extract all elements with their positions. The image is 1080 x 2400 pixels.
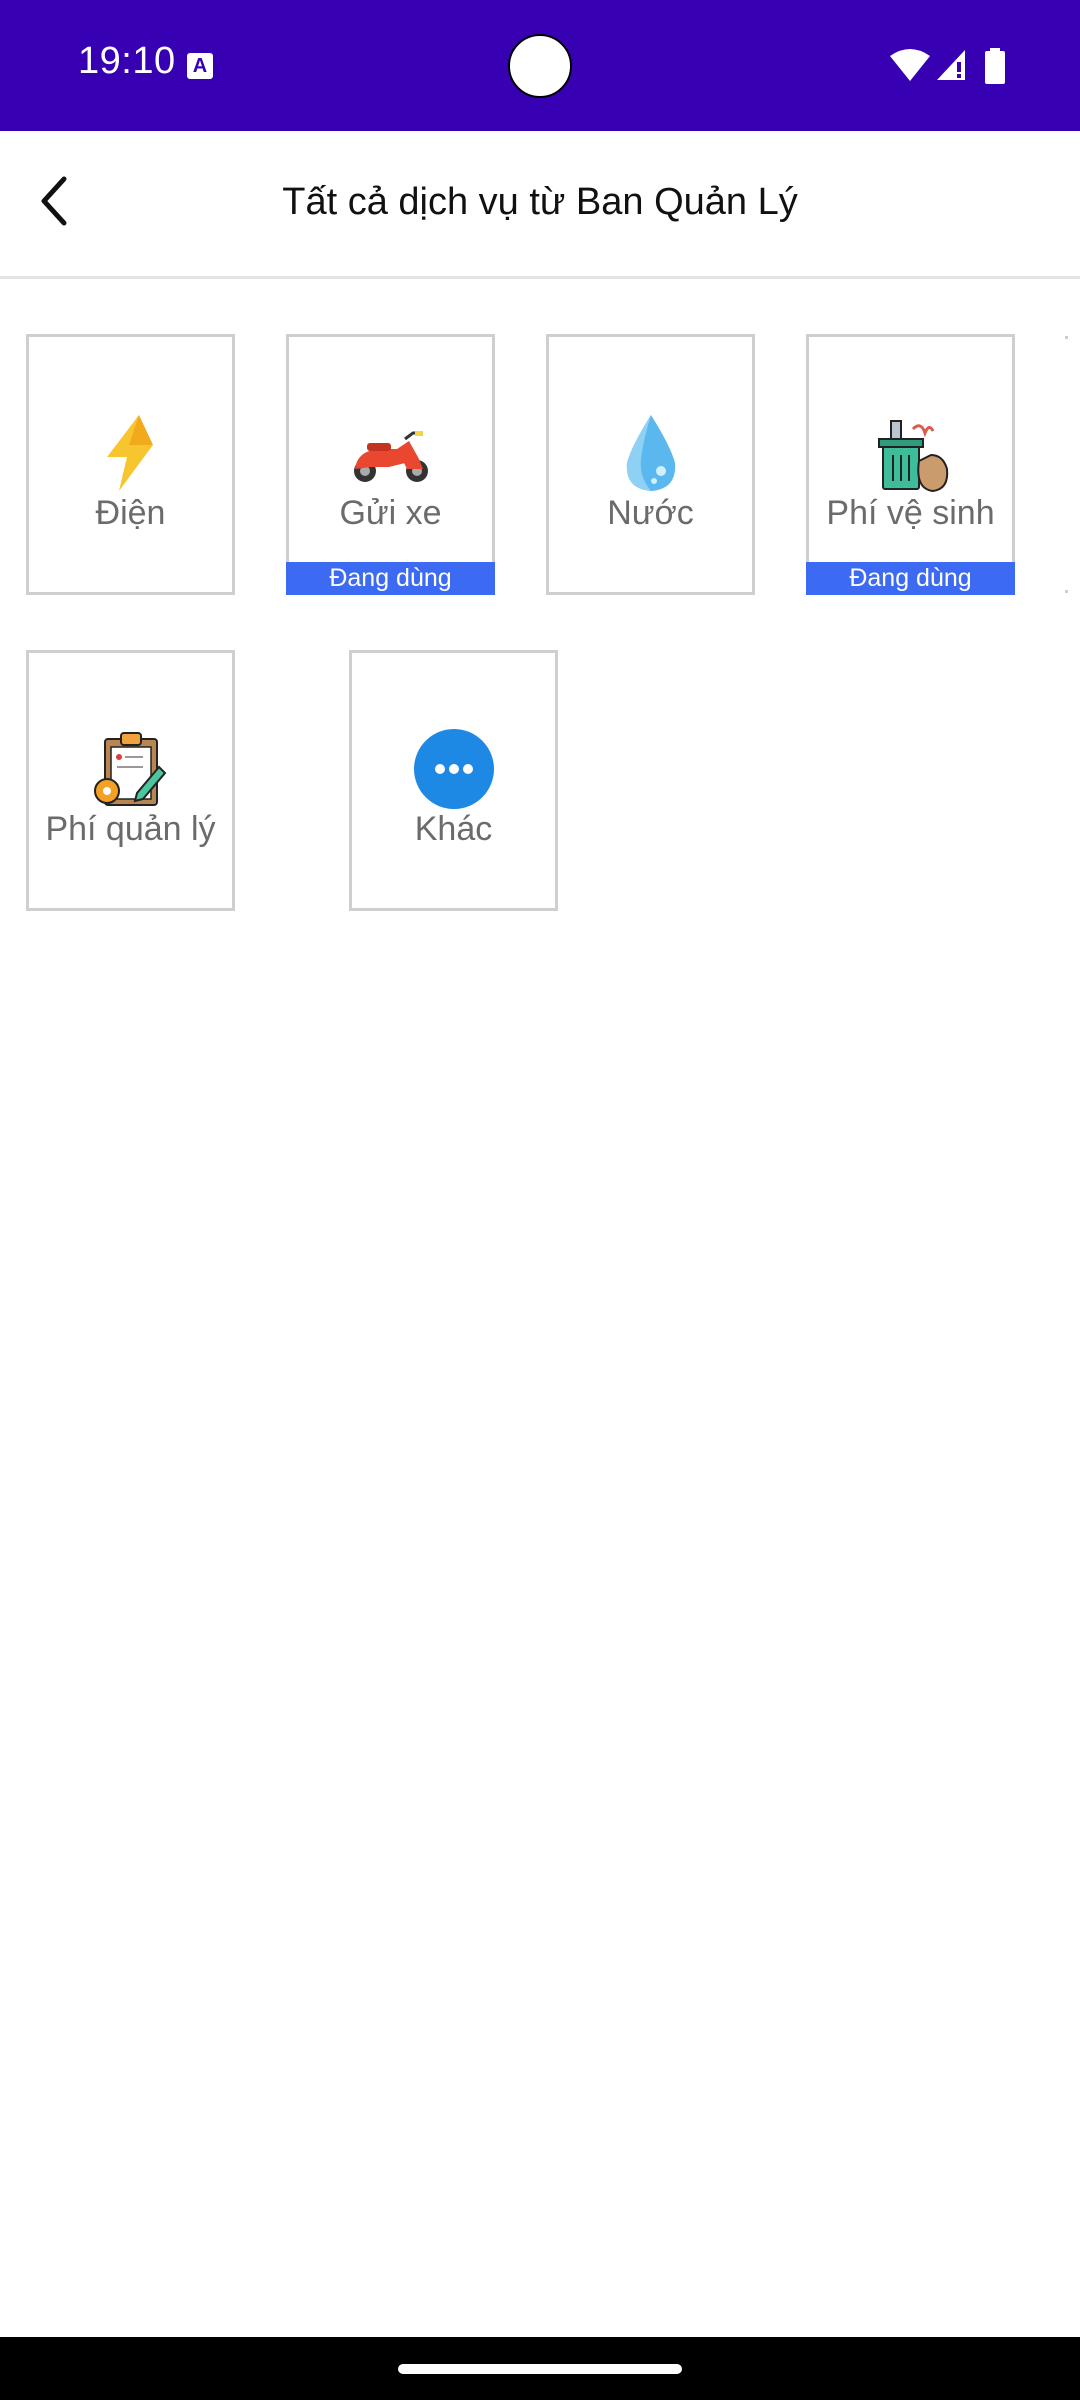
- wifi-icon: [890, 49, 930, 81]
- service-tile-management-fee[interactable]: Phí quản lý: [26, 650, 235, 911]
- front-camera: [508, 34, 572, 98]
- scroll-edge-marker: [1065, 336, 1068, 339]
- service-tile-electricity[interactable]: Điện: [26, 334, 235, 595]
- page-title: Tất cả dịch vụ từ Ban Quản Lý: [282, 181, 798, 223]
- service-label: Phí vệ sinh: [826, 494, 995, 532]
- scroll-edge-marker: [1065, 590, 1068, 593]
- service-tile-water[interactable]: Nước: [546, 334, 755, 595]
- in-use-badge: Đang dùng: [806, 562, 1015, 595]
- service-tile-sanitation[interactable]: Phí vệ sinh Đang dùng: [806, 334, 1015, 595]
- battery-icon: [985, 48, 1005, 84]
- lightning-icon: [106, 415, 153, 491]
- scooter-icon: [353, 431, 428, 482]
- trash-bin-icon: [877, 420, 948, 493]
- service-label: Điện: [95, 494, 166, 532]
- app-bar: Tất cả dịch vụ từ Ban Quản Lý: [0, 131, 1080, 279]
- signal-icon: [937, 50, 965, 80]
- service-tile-other[interactable]: Khác: [349, 650, 558, 911]
- service-label: Phí quản lý: [45, 810, 216, 848]
- status-time: 19:10: [78, 40, 176, 82]
- service-label: Khác: [414, 810, 493, 848]
- status-bar: 19:10 A: [0, 0, 1080, 131]
- service-tile-parking[interactable]: Gửi xe Đang dùng: [286, 334, 495, 595]
- keyboard-notification-icon: A: [187, 53, 213, 79]
- home-gesture-handle[interactable]: [398, 2364, 682, 2374]
- water-drop-icon: [626, 415, 675, 491]
- more-icon: [413, 729, 494, 809]
- in-use-badge: Đang dùng: [286, 562, 495, 595]
- service-label: Gửi xe: [339, 494, 442, 532]
- clipboard-icon: [93, 732, 166, 806]
- service-label: Nước: [607, 494, 694, 532]
